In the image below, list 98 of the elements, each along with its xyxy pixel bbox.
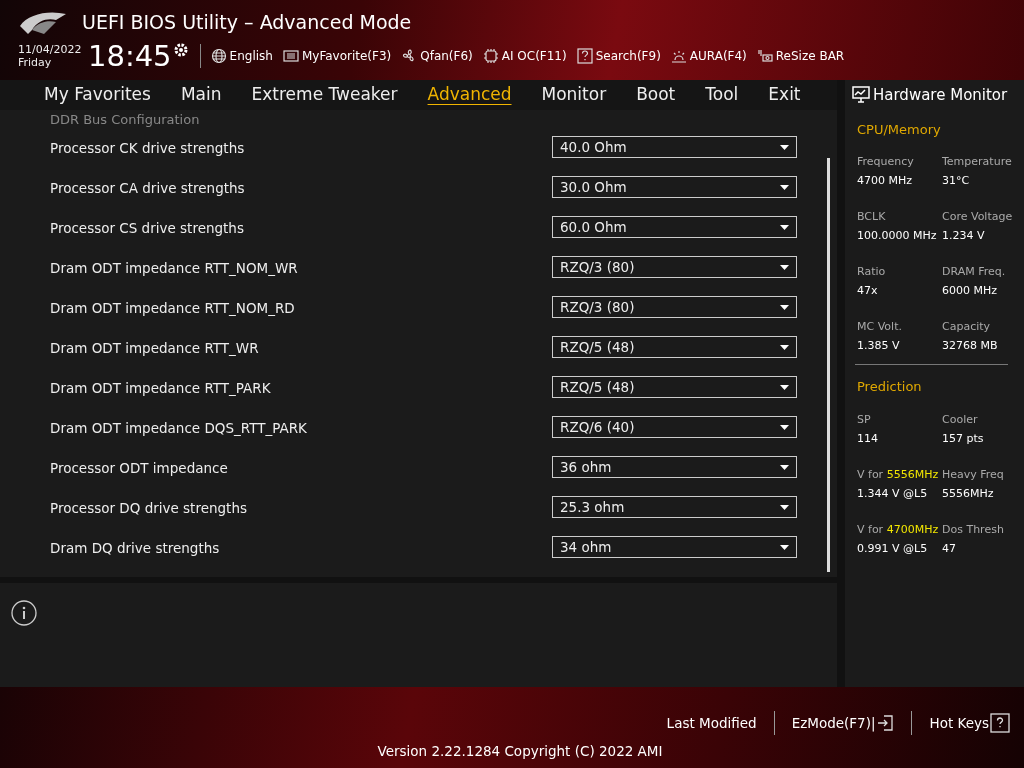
date-text: 11/04/2022 <box>18 42 83 56</box>
metric-label: Ratio <box>857 264 887 280</box>
value-dropdown[interactable]: 40.0 Ohm <box>552 136 797 158</box>
metric-label: MC Volt. <box>857 319 903 335</box>
caret-icon <box>780 424 789 430</box>
metric-label: V for 4700MHz <box>857 521 940 538</box>
caret-icon <box>780 264 789 270</box>
section-title: CPU/Memory <box>856 120 942 139</box>
value-dropdown[interactable]: 30.0 Ohm <box>552 176 797 198</box>
caret-icon <box>780 464 789 470</box>
chip-icon <box>482 47 499 64</box>
value-dropdown[interactable]: 34 ohm <box>552 536 797 558</box>
setting-label: Dram ODT impedance RTT_WR <box>50 339 260 358</box>
metric-label: Core Voltage <box>942 209 1014 225</box>
info-icon <box>11 600 37 626</box>
value-dropdown[interactable]: 25.3 ohm <box>552 496 797 518</box>
search-icon <box>576 47 593 64</box>
toolbar-button[interactable]: Qfan(F6) <box>401 46 473 65</box>
metric-value: 5556MHz <box>942 485 995 502</box>
caret-icon <box>780 384 789 390</box>
toolbar-button[interactable]: Search(F9) <box>576 46 661 65</box>
version-text: Version 2.22.1284 Copyright (C) 2022 AMI <box>377 742 663 761</box>
metric-value: 47x <box>857 283 879 299</box>
setting-label: Processor CA drive strengths <box>50 179 246 198</box>
list-icon <box>282 47 299 64</box>
clock-text: 18:45 <box>88 40 172 71</box>
exit-icon <box>876 714 895 732</box>
value-dropdown[interactable]: 60.0 Ohm <box>552 216 797 238</box>
toolbar-button[interactable]: MyFavorite(F3) <box>282 46 392 65</box>
value-dropdown[interactable]: RZQ/3 (80) <box>552 296 797 318</box>
metric-label: SP <box>857 411 872 428</box>
scrollbar[interactable] <box>827 158 830 572</box>
toolbar-button[interactable]: AURA(F4) <box>670 46 747 65</box>
setting-label: Processor CK drive strengths <box>50 139 246 158</box>
metric-value: 1.344 V @L5 <box>857 485 929 502</box>
menu-tab[interactable]: Boot <box>636 82 676 108</box>
value-dropdown[interactable]: RZQ/5 (48) <box>552 376 797 398</box>
setting-label: Dram ODT impedance RTT_NOM_WR <box>50 259 299 278</box>
metric-value: 1.385 V <box>857 338 901 354</box>
metric-value: 157 pts <box>942 430 985 447</box>
menu-tab[interactable]: Tool <box>705 82 739 108</box>
metric-label: Capacity <box>942 319 992 335</box>
caret-icon <box>780 304 789 310</box>
window-title: UEFI BIOS Utility – Advanced Mode <box>82 10 412 35</box>
metric-label: Dos Thresh <box>942 521 1005 538</box>
caret-icon <box>780 144 789 150</box>
metric-label: Cooler <box>942 411 979 428</box>
metric-value: 47 <box>942 540 957 557</box>
metric-value: 6000 MHz <box>942 283 999 299</box>
metric-value: 4700 MHz <box>857 173 914 189</box>
day-text: Friday <box>18 55 53 69</box>
help-icon <box>990 713 1010 733</box>
setting-label: Dram DQ drive strengths <box>50 539 221 558</box>
metric-value: 114 <box>857 430 879 447</box>
card-icon <box>756 47 773 64</box>
panel-title: Hardware Monitor <box>873 85 1008 106</box>
metric-value: 1.234 V <box>942 228 986 244</box>
footer-button[interactable]: Last Modified <box>666 712 757 734</box>
metric-label: DRAM Freq. <box>942 264 1007 280</box>
caret-icon <box>780 224 789 230</box>
metric-value: 32768 MB <box>942 338 999 354</box>
toolbar-button[interactable]: AI OC(F11) <box>482 46 567 65</box>
monitor-icon <box>852 86 870 105</box>
value-dropdown[interactable]: 36 ohm <box>552 456 797 478</box>
value-dropdown[interactable]: RZQ/5 (48) <box>552 336 797 358</box>
setting-label: Dram ODT impedance DQS_RTT_PARK <box>50 419 308 438</box>
section-heading: DDR Bus Configuration <box>50 112 201 128</box>
toolbar-button[interactable]: ReSize BAR <box>756 46 845 65</box>
menu-tab[interactable]: Advanced <box>427 82 512 108</box>
menu-tab[interactable]: Extreme Tweaker <box>251 82 398 108</box>
toolbar-button[interactable]: English <box>210 46 273 65</box>
value-dropdown[interactable]: RZQ/6 (40) <box>552 416 797 438</box>
setting-label: Processor ODT impedance <box>50 459 229 478</box>
caret-icon <box>780 504 789 510</box>
value-dropdown[interactable]: RZQ/3 (80) <box>552 256 797 278</box>
footer-button[interactable]: EzMode(F7)| <box>791 712 895 734</box>
metric-value: 100.0000 MHz <box>857 228 938 244</box>
metric-label: Temperature <box>942 154 1013 170</box>
menu-tab[interactable]: Monitor <box>541 82 607 108</box>
menu-tab[interactable]: Main <box>180 82 222 108</box>
metric-label: V for 5556MHz <box>857 466 940 483</box>
footer-button[interactable]: Hot Keys <box>929 712 1010 734</box>
menu-tab[interactable]: My Favorites <box>44 82 151 108</box>
globe-icon <box>210 47 227 64</box>
setting-label: Dram ODT impedance RTT_NOM_RD <box>50 299 296 318</box>
section-title: Prediction <box>856 378 923 396</box>
caret-icon <box>780 544 789 550</box>
metric-label: Heavy Freq <box>942 466 1005 483</box>
setting-label: Processor DQ drive strengths <box>50 499 248 518</box>
setting-label: Processor CS drive strengths <box>50 219 245 238</box>
caret-icon <box>780 184 789 190</box>
metric-value: 31°C <box>942 173 971 189</box>
metric-label: BCLK <box>857 209 887 225</box>
setting-label: Dram ODT impedance RTT_PARK <box>50 379 272 398</box>
metric-value: 0.991 V @L5 <box>857 540 929 557</box>
metric-label: Frequency <box>857 154 915 170</box>
menu-tab[interactable]: Exit <box>768 82 801 108</box>
caret-icon <box>780 344 789 350</box>
